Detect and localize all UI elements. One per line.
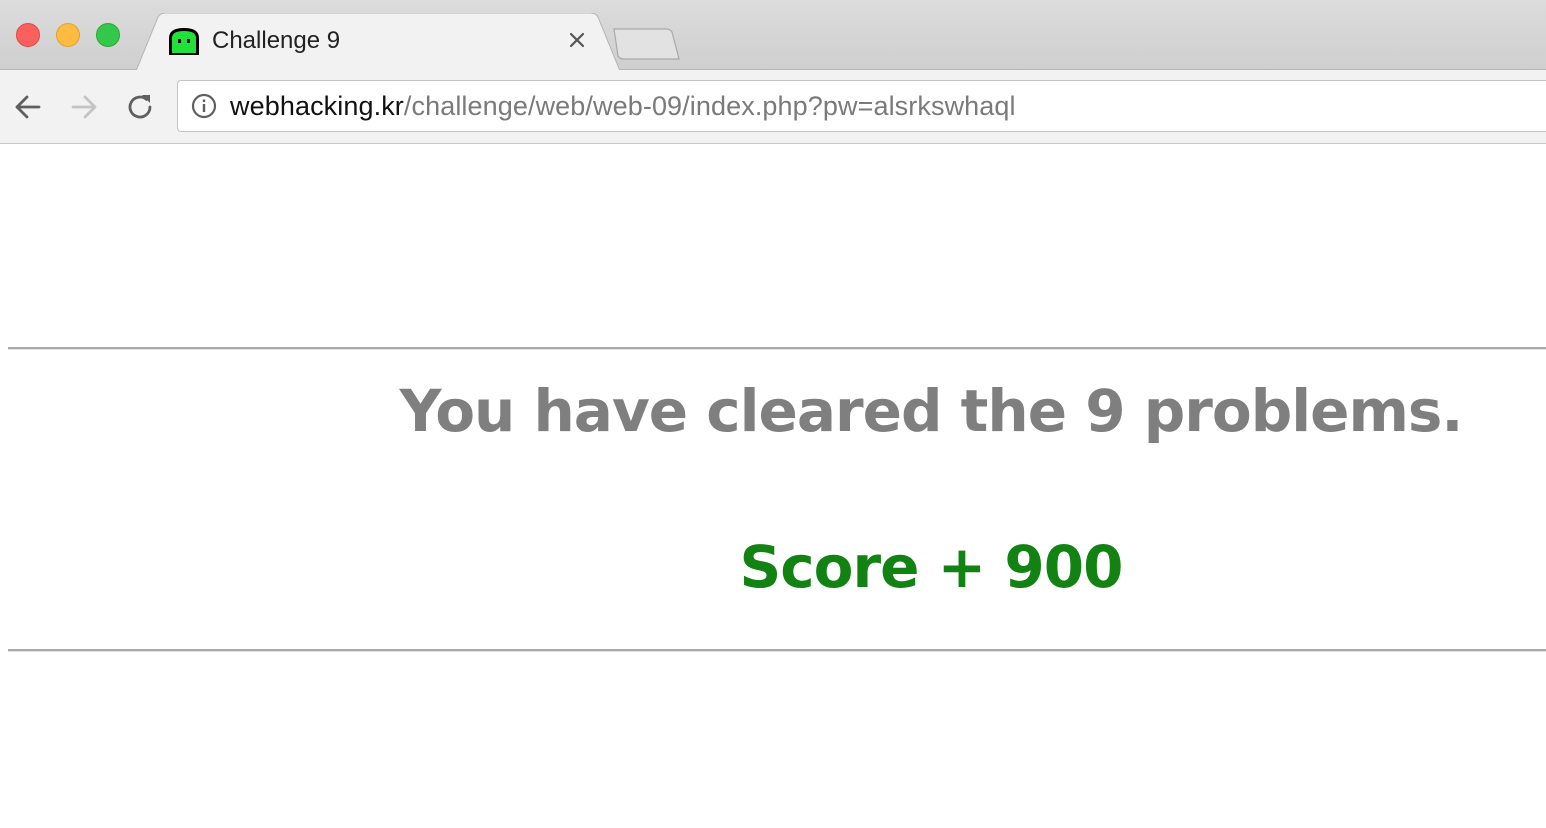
page-content: You have cleared the 9 problems. Score +…	[0, 145, 1546, 828]
tab-strip: Challenge 9	[0, 0, 1546, 71]
forward-arrow-icon[interactable]	[67, 90, 101, 124]
back-arrow-icon[interactable]	[11, 90, 45, 124]
divider-top	[8, 347, 1546, 350]
score-text: Score + 900	[739, 533, 1124, 601]
window-close-button[interactable]	[16, 23, 40, 47]
window-minimize-button[interactable]	[56, 23, 80, 47]
divider-bottom	[8, 649, 1546, 652]
browser-window: Challenge 9 webhacking.kr/challenge/web/…	[0, 0, 1546, 828]
address-bar[interactable]: webhacking.kr/challenge/web/web-09/index…	[177, 80, 1546, 132]
close-icon[interactable]	[564, 27, 590, 53]
window-maximize-button[interactable]	[96, 23, 120, 47]
green-ghost-icon	[169, 28, 199, 55]
browser-toolbar: webhacking.kr/challenge/web/web-09/index…	[0, 70, 1546, 144]
tab-background	[136, 13, 621, 71]
url-path: /challenge/web/web-09/index.php?pw=alsrk…	[403, 91, 1016, 121]
new-tab-icon[interactable]	[610, 26, 682, 62]
url-host: webhacking.kr	[230, 91, 404, 121]
tab-title: Challenge 9	[212, 27, 341, 54]
tab-challenge-9[interactable]: Challenge 9	[136, 13, 622, 71]
info-icon[interactable]	[191, 93, 217, 119]
reload-icon[interactable]	[123, 90, 157, 124]
url-text[interactable]: webhacking.kr/challenge/web/web-09/index…	[230, 91, 1016, 122]
cleared-message: You have cleared the 9 problems.	[399, 377, 1464, 445]
